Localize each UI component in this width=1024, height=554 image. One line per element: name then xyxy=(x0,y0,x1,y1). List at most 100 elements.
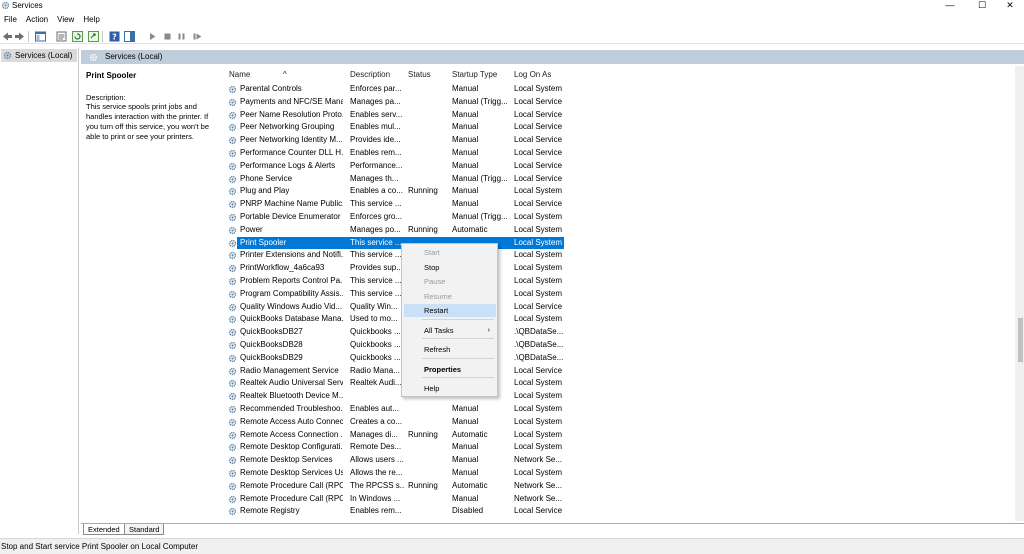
context-menu-item-help[interactable]: Help xyxy=(404,382,496,395)
table-row[interactable]: Recommended Troubleshoo... Enables aut...… xyxy=(225,403,1015,416)
table-row[interactable]: Peer Name Resolution Proto... Enables ser… xyxy=(225,109,1015,122)
selected-service-title: Print Spooler xyxy=(86,71,137,80)
table-row[interactable]: Parental Controls Enforces par... Manual Lo… xyxy=(225,83,1015,96)
context-menu-item-resume[interactable]: Resume xyxy=(404,290,496,303)
table-row[interactable]: Remote Procedure Call (RPC) The RPCSS s..… xyxy=(225,480,1015,493)
back-arrow-icon[interactable] xyxy=(2,31,13,42)
gear-icon xyxy=(228,252,237,260)
table-row[interactable]: QuickBooks Database Mana... Used to mo...… xyxy=(225,313,1015,326)
service-description: Manages pa... xyxy=(350,96,401,106)
properties-sheet-icon[interactable] xyxy=(56,31,67,42)
refresh-icon[interactable] xyxy=(72,31,83,42)
service-description: Enables a co... xyxy=(350,186,403,196)
context-menu-item-refresh[interactable]: Refresh xyxy=(404,343,496,356)
table-row[interactable]: Peer Networking Grouping Enables mul... Ma… xyxy=(225,121,1015,134)
table-row[interactable]: QuickBooksDB29 Quickbooks ... .\QBDataSe..… xyxy=(225,352,1015,365)
table-row[interactable]: Payments and NFC/SE Mana... Manages pa...… xyxy=(225,96,1015,109)
context-menu-item-pause[interactable]: Pause xyxy=(404,275,496,288)
table-row[interactable]: Plug and Play Enables a co... Running Manua… xyxy=(225,185,1015,198)
close-button[interactable]: ✕ xyxy=(992,0,1024,12)
context-menu-separator xyxy=(422,319,494,320)
menu-action[interactable]: Action xyxy=(22,14,53,24)
table-row[interactable]: Phone Service Manages th... Manual (Trigg.… xyxy=(225,173,1015,186)
table-row[interactable]: Quality Windows Audio Vid... Quality Win.… xyxy=(225,301,1015,314)
service-log-on-as: Network Se... xyxy=(514,493,563,503)
context-menu-label: Properties xyxy=(424,365,462,374)
minimize-button[interactable]: — xyxy=(932,0,968,12)
table-row[interactable]: Remote Registry Enables rem... Disabled Loc… xyxy=(225,505,1015,518)
service-log-on-as: Local System xyxy=(514,224,563,234)
export-list-icon[interactable] xyxy=(88,31,99,42)
action-pane-icon[interactable] xyxy=(124,31,135,42)
table-row[interactable]: Printer Extensions and Notifi... This ser… xyxy=(225,249,1015,262)
table-row[interactable]: Remote Desktop Services Us... Allows the … xyxy=(225,467,1015,480)
table-row[interactable]: Power Manages po... Running Automatic Local … xyxy=(225,224,1015,237)
gear-icon xyxy=(228,431,237,439)
table-row[interactable]: Peer Networking Identity M... Provides id… xyxy=(225,134,1015,147)
column-header-status[interactable]: Status xyxy=(408,70,431,79)
table-row[interactable]: PNRP Machine Name Public... This service … xyxy=(225,198,1015,211)
service-log-on-as: Local Service xyxy=(514,173,563,183)
service-startup-type: Manual xyxy=(452,404,479,413)
tree-item-label: Services (Local) xyxy=(15,51,73,60)
context-menu-item-all-tasks[interactable]: All Tasks › xyxy=(404,324,496,337)
scrollbar-thumb[interactable] xyxy=(1018,318,1023,362)
service-name: Payments and NFC/SE Mana... xyxy=(240,96,343,106)
table-row[interactable]: Problem Reports Control Pa... This servic… xyxy=(225,275,1015,288)
table-row[interactable]: Remote Access Auto Connec... Creates a co… xyxy=(225,416,1015,429)
service-log-on-as: Local System xyxy=(514,429,563,439)
service-name: Problem Reports Control Pa... xyxy=(240,276,343,285)
context-menu-item-start[interactable]: Start xyxy=(404,246,496,259)
menu-help[interactable]: Help xyxy=(79,14,104,24)
column-header-name[interactable]: Name xyxy=(229,70,250,79)
service-startup-type: Manual (Trigg... xyxy=(452,212,508,221)
column-header-log-on-as[interactable]: Log On As xyxy=(514,70,551,79)
start-service-icon[interactable] xyxy=(147,31,158,42)
show-hide-console-tree-icon[interactable] xyxy=(35,31,46,42)
service-log-on-as: Network Se... xyxy=(514,480,563,490)
tree-item-services-local[interactable]: Services (Local) xyxy=(1,49,77,62)
table-row[interactable]: Remote Procedure Call (RPC)... In Windows… xyxy=(225,493,1015,506)
tab-extended[interactable]: Extended xyxy=(83,524,125,535)
service-description: Manages po... xyxy=(350,224,401,234)
service-name: Portable Device Enumerator ... xyxy=(240,212,343,221)
context-menu-item-stop[interactable]: Stop xyxy=(404,261,496,274)
table-row[interactable]: Remote Desktop Services Allows users ... M… xyxy=(225,454,1015,467)
table-row[interactable]: Performance Counter DLL H... Enables rem.… xyxy=(225,147,1015,160)
table-row[interactable]: Program Compatibility Assis... This servi… xyxy=(225,288,1015,301)
help-icon[interactable]: ? xyxy=(109,31,120,42)
column-header-description[interactable]: Description xyxy=(350,70,390,79)
service-description: This service ... xyxy=(350,288,402,298)
vertical-scrollbar[interactable] xyxy=(1015,66,1024,521)
table-row[interactable]: Performance Logs & Alerts Performance... M… xyxy=(225,160,1015,173)
pause-service-icon[interactable] xyxy=(176,31,187,42)
service-log-on-as: Local System xyxy=(514,468,563,477)
table-row[interactable]: Print Spooler This service ... Local Syste… xyxy=(225,236,1015,250)
gear-icon xyxy=(228,175,237,183)
context-menu-item-properties[interactable]: Properties xyxy=(404,363,496,376)
service-startup-type: Manual xyxy=(452,109,479,119)
table-row[interactable]: QuickBooksDB28 Quickbooks ... .\QBDataSe..… xyxy=(225,339,1015,352)
service-name: Print Spooler xyxy=(240,237,287,247)
column-header-startup-type[interactable]: Startup Type xyxy=(452,70,497,79)
table-row[interactable]: Realtek Audio Universal Serv... Realtek A… xyxy=(225,377,1015,390)
table-row[interactable]: QuickBooksDB27 Quickbooks ... .\QBDataSe..… xyxy=(225,326,1015,339)
table-row[interactable]: Portable Device Enumerator ... Enforces g… xyxy=(225,211,1015,224)
forward-arrow-icon[interactable] xyxy=(14,31,25,42)
table-row[interactable]: Radio Management Service Radio Mana... Loc… xyxy=(225,365,1015,378)
table-row[interactable]: Realtek Bluetooth Device M... Local Syste… xyxy=(225,390,1015,403)
table-row[interactable]: Remote Desktop Configurati... Remote Des.… xyxy=(225,441,1015,454)
tab-standard[interactable]: Standard xyxy=(124,524,165,535)
service-name: Parental Controls xyxy=(240,84,302,93)
stop-service-icon[interactable] xyxy=(162,31,173,42)
service-log-on-as: Network Se... xyxy=(514,455,563,465)
table-row[interactable]: Remote Access Connection ... Manages di..… xyxy=(225,429,1015,442)
restart-service-icon[interactable] xyxy=(192,31,203,42)
service-name: Realtek Audio Universal Serv... xyxy=(240,378,343,388)
context-menu-item-restart[interactable]: Restart xyxy=(404,304,496,317)
service-startup-type: Automatic xyxy=(452,429,488,439)
menu-view[interactable]: View xyxy=(53,14,79,24)
service-log-on-as: Local System xyxy=(514,314,563,324)
menu-file[interactable]: File xyxy=(0,14,22,24)
table-row[interactable]: PrintWorkflow_4a6ca93 Provides sup... Loca… xyxy=(225,262,1015,275)
